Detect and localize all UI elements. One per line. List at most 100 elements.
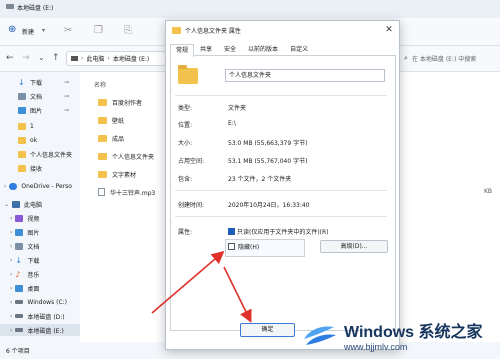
desktop-icon xyxy=(15,284,24,292)
explorer-title: 本地磁盘 (E:) xyxy=(17,5,54,12)
breadcrumb-separator-icon: › xyxy=(107,55,110,62)
watermark-url: www.bjjmlv.com xyxy=(344,341,408,352)
new-button[interactable]: 新建 xyxy=(22,27,34,36)
chevron-right-icon[interactable]: › xyxy=(10,257,12,264)
breadcrumb-separator-icon: › xyxy=(81,55,84,62)
copy-icon[interactable]: ❐ xyxy=(94,25,103,36)
paste-icon[interactable]: ⎘ xyxy=(124,25,132,36)
size-on-disk-value: 53.1 MB (55,767,040 字节) xyxy=(228,158,308,165)
search-icon: ⌕ xyxy=(404,54,408,62)
folder-icon xyxy=(18,164,26,172)
sidebar-item-personal-folder[interactable]: 个人信息文件夹 xyxy=(18,148,72,160)
sidebar-item-this-pc[interactable]: ⌄ 此电脑 xyxy=(4,198,42,210)
chevron-down-icon[interactable]: ▾ xyxy=(42,27,45,34)
folder-icon xyxy=(98,152,107,160)
general-panel xyxy=(170,56,396,331)
hidden-checkbox[interactable] xyxy=(228,243,235,250)
pc-icon xyxy=(12,200,21,208)
folder-icon xyxy=(98,116,107,124)
folder-icon xyxy=(98,134,107,142)
new-plus-icon[interactable]: ⊕ xyxy=(8,25,16,35)
pin-icon: ⊸ xyxy=(64,106,70,114)
attributes-label: 属性: xyxy=(178,229,193,236)
navigation-pane: ↓ 下载 ⊸ 文档 ⊸ 图片 ⊸ 1 ok 个人信息文件夹 接收 › OneDr… xyxy=(0,72,80,342)
breadcrumb-item[interactable]: 本地磁盘 (E:) xyxy=(113,54,149,63)
sidebar-item-drive-e[interactable]: › 本地磁盘 (E:) xyxy=(0,324,80,336)
size-label: 大小: xyxy=(178,140,193,147)
tab-sharing[interactable]: 共享 xyxy=(194,43,218,56)
sidebar-item-documents-pc[interactable]: › 文档 xyxy=(10,240,39,252)
hidden-option-highlight xyxy=(225,239,305,257)
sidebar-item-drive-d[interactable]: › 本地磁盘 (D:) xyxy=(10,310,65,322)
sidebar-item-downloads[interactable]: ↓ 下载 ⊸ xyxy=(18,76,69,88)
drive-icon xyxy=(15,328,24,332)
chevron-right-icon[interactable]: › xyxy=(10,313,12,320)
sidebar-item-downloads-pc[interactable]: › ↓ 下载 xyxy=(10,254,39,266)
readonly-label[interactable]: 只读(仅应用于文件夹中的文件)(R) xyxy=(237,227,329,236)
chevron-right-icon[interactable]: › xyxy=(10,243,12,250)
size-value: 53.0 MB (55,663,379 字节) xyxy=(228,140,308,147)
explorer-titlebar: 本地磁盘 (E:) xyxy=(0,0,500,18)
address-bar[interactable]: › 此电脑 › 本地磁盘 (E:) xyxy=(66,51,166,66)
list-item[interactable]: 个人信息文件夹 xyxy=(98,150,154,162)
list-item[interactable]: 文字素材 xyxy=(98,168,136,180)
watermark-title: Windows 系统之家 xyxy=(344,323,483,341)
sidebar-item-receive[interactable]: 接收 xyxy=(18,162,42,174)
back-arrow-icon[interactable]: ← xyxy=(6,53,14,63)
item-count: 6 个项目 xyxy=(6,348,30,355)
advanced-button[interactable]: 高级(D)... xyxy=(320,240,388,253)
tab-customize[interactable]: 自定义 xyxy=(284,43,314,56)
up-arrow-icon[interactable]: ↑ xyxy=(52,53,60,63)
close-icon[interactable]: ✕ xyxy=(383,24,395,36)
chevron-down-icon[interactable]: ⌄ xyxy=(4,201,9,208)
chevron-right-icon[interactable]: › xyxy=(10,229,12,236)
cloud-icon xyxy=(9,182,18,190)
picture-icon xyxy=(18,106,26,114)
document-icon xyxy=(15,242,24,250)
picture-icon xyxy=(15,228,24,236)
folder-name-input[interactable]: 个人信息文件夹 xyxy=(225,69,385,82)
chevron-right-icon[interactable]: › xyxy=(10,285,12,292)
sidebar-item-pictures[interactable]: 图片 ⊸ xyxy=(18,104,69,116)
music-icon: ♪ xyxy=(15,269,21,279)
readonly-checkbox[interactable] xyxy=(228,228,235,235)
list-item[interactable]: 成品 xyxy=(98,132,124,144)
tab-security[interactable]: 安全 xyxy=(218,43,242,56)
list-item[interactable]: 百度创作者 xyxy=(98,96,142,108)
folder-icon xyxy=(18,122,26,130)
chevron-down-icon[interactable]: ⌄ xyxy=(38,53,45,62)
search-input[interactable]: 在 本地磁盘 (E:) 中搜索 xyxy=(412,54,476,63)
sidebar-item-music[interactable]: › ♪ 音乐 xyxy=(10,268,39,280)
sidebar-item-drive-c[interactable]: › Windows (C:) xyxy=(10,296,67,308)
folder-icon xyxy=(98,98,107,106)
sidebar-item-videos[interactable]: › 视频 xyxy=(10,212,39,224)
chevron-right-icon[interactable]: › xyxy=(4,183,6,190)
sidebar-item-ok[interactable]: ok xyxy=(18,134,37,146)
drive-icon xyxy=(15,300,24,304)
sidebar-item-desktop[interactable]: › 桌面 xyxy=(10,282,39,294)
sidebar-item-1[interactable]: 1 xyxy=(18,120,34,132)
chevron-right-icon[interactable]: › xyxy=(10,271,12,278)
folder-icon xyxy=(172,26,181,34)
forward-arrow-icon[interactable]: → xyxy=(22,53,30,63)
hidden-label[interactable]: 隐藏(H) xyxy=(238,242,259,251)
chevron-right-icon[interactable]: › xyxy=(10,299,12,306)
sidebar-item-onedrive[interactable]: › OneDrive - Perso xyxy=(4,180,72,192)
pin-icon: ⊸ xyxy=(64,78,70,86)
large-folder-icon xyxy=(178,65,198,84)
ok-button[interactable]: 确定 xyxy=(240,323,295,337)
column-header-name[interactable]: 名称 xyxy=(94,80,106,89)
chevron-right-icon[interactable]: › xyxy=(10,215,12,222)
created-label: 创建时间: xyxy=(178,202,205,209)
audio-file-icon xyxy=(98,188,105,196)
list-item[interactable]: 华十三铃声.mp3 xyxy=(98,186,155,198)
tab-previous-versions[interactable]: 以前的版本 xyxy=(242,43,284,56)
breadcrumb-item[interactable]: 此电脑 xyxy=(86,54,104,63)
chevron-right-icon[interactable]: › xyxy=(10,327,12,334)
sidebar-item-pictures-pc[interactable]: › 图片 xyxy=(10,226,39,238)
list-item[interactable]: 壁纸 xyxy=(98,114,124,126)
sidebar-item-documents[interactable]: 文档 ⊸ xyxy=(18,90,69,102)
cut-icon[interactable]: ✂ xyxy=(64,25,72,36)
dialog-title: 个人信息文件夹 属性 xyxy=(185,27,241,35)
location-label: 位置: xyxy=(178,122,193,129)
